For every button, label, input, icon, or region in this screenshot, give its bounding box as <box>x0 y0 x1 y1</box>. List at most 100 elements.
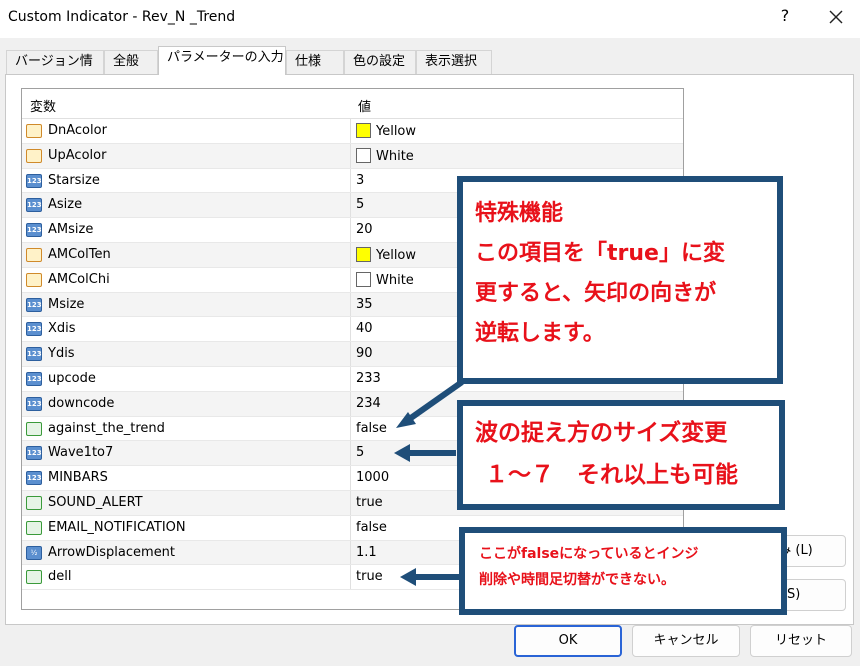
parameter-value-text: 1000 <box>356 470 390 486</box>
bool-icon <box>26 421 42 436</box>
parameter-value-text: Yellow <box>376 247 417 263</box>
int-icon: 123 <box>26 297 42 312</box>
parameter-name: upcode <box>48 370 96 386</box>
tab-specification[interactable]: 仕様 <box>286 50 344 74</box>
parameter-value[interactable]: White <box>356 271 414 288</box>
callout-line: ここがfalseになっているとインジ <box>479 546 699 562</box>
parameter-value-text: 234 <box>356 395 381 411</box>
parameter-value[interactable]: 3 <box>356 173 364 188</box>
parameter-name: EMAIL_NOTIFICATION <box>48 519 186 535</box>
parameter-value-text: 40 <box>356 321 373 337</box>
parameter-name: MINBARS <box>48 470 108 486</box>
grid-header: 変数 値 <box>22 89 683 119</box>
parameter-name: Ydis <box>48 346 75 362</box>
column-separator <box>350 540 351 565</box>
column-separator <box>350 218 351 242</box>
column-separator <box>350 515 351 540</box>
parameter-name: Starsize <box>48 172 100 188</box>
column-header-value: 値 <box>358 100 372 115</box>
column-separator <box>350 168 351 193</box>
column-separator <box>350 490 351 515</box>
parameter-value-text: White <box>376 272 414 288</box>
tab-parameters[interactable]: パラメーターの入力 <box>158 46 286 75</box>
int-icon: 123 <box>26 322 42 337</box>
parameter-value[interactable]: 90 <box>356 346 373 361</box>
bool-icon <box>26 495 42 510</box>
int-icon: 123 <box>26 198 42 213</box>
parameter-name: downcode <box>48 395 115 411</box>
parameter-name: AMColTen <box>48 246 111 262</box>
parameter-value[interactable]: false <box>356 520 387 535</box>
parameter-name: AMsize <box>48 222 94 238</box>
window-title: Custom Indicator - Rev_N _Trend <box>8 9 236 25</box>
int-icon: 123 <box>26 347 42 362</box>
parameter-row[interactable]: DnAcolor Yellow <box>22 119 683 144</box>
parameter-value[interactable]: true <box>356 495 383 510</box>
parameter-row[interactable]: UpAcolor White <box>22 143 683 169</box>
callout-wave-size: 波の捉え方のサイズ変更 １～７ それ以上も可能 <box>457 400 785 510</box>
column-separator <box>350 292 351 317</box>
parameter-value-text: White <box>376 148 414 164</box>
reset-button[interactable]: リセット <box>750 625 852 657</box>
parameter-value-text: 233 <box>356 370 381 386</box>
int-icon: 123 <box>26 446 42 461</box>
parameter-value[interactable]: Yellow <box>356 246 417 263</box>
tab-visualization[interactable]: 表示選択 <box>416 50 492 74</box>
parameter-value[interactable]: White <box>356 147 414 164</box>
column-separator <box>350 317 351 342</box>
parameter-value-text: 3 <box>356 172 365 188</box>
tab-general[interactable]: 全般 <box>104 50 158 74</box>
bool-icon <box>26 520 42 535</box>
int-icon: 123 <box>26 471 42 486</box>
tab-colors[interactable]: 色の設定 <box>344 50 416 74</box>
parameter-value-text: 1.1 <box>356 544 377 560</box>
ok-button[interactable]: OK <box>514 625 622 657</box>
callout-line: 更すると、矢印の向きが <box>475 281 717 306</box>
callout-line: 特殊機能 <box>475 201 564 226</box>
double-icon: ½ <box>26 545 42 560</box>
close-icon[interactable] <box>823 4 849 30</box>
parameter-name: Wave1to7 <box>48 445 114 461</box>
parameter-value-text: 5 <box>356 197 365 213</box>
column-separator <box>350 565 351 590</box>
parameter-value[interactable]: 40 <box>356 321 373 336</box>
parameter-name: against_the_trend <box>48 420 165 436</box>
parameter-value[interactable]: 20 <box>356 222 373 237</box>
parameter-value[interactable]: 5 <box>356 197 364 212</box>
parameter-name: Asize <box>48 197 83 213</box>
parameter-value[interactable]: 35 <box>356 297 373 312</box>
parameter-value-text: 5 <box>356 445 365 461</box>
callout-special-feature: 特殊機能 この項目を「true」に変 更すると、矢印の向きが 逆転します。 <box>457 176 783 384</box>
parameter-value-text: 90 <box>356 346 373 362</box>
column-separator <box>350 466 351 490</box>
parameter-value[interactable]: Yellow <box>356 123 416 139</box>
parameter-value[interactable]: false <box>356 421 387 436</box>
parameter-value[interactable]: 1000 <box>356 470 389 485</box>
parameter-value-text: false <box>356 420 387 436</box>
color-icon <box>26 148 42 163</box>
parameter-value[interactable]: 234 <box>356 396 381 411</box>
color-swatch <box>356 246 371 262</box>
cancel-button[interactable]: キャンセル <box>632 625 740 657</box>
parameter-value-text: true <box>356 494 383 510</box>
callout-line: 逆転します。 <box>475 321 605 346</box>
parameter-value[interactable]: 1.1 <box>356 545 377 560</box>
help-icon[interactable]: ? <box>775 6 795 25</box>
int-icon: 123 <box>26 396 42 411</box>
parameter-value-text: 20 <box>356 222 373 238</box>
bool-icon <box>26 570 42 585</box>
parameter-value-text: Yellow <box>376 124 417 139</box>
parameter-value[interactable]: true <box>356 569 383 584</box>
title-bar: Custom Indicator - Rev_N _Trend ? <box>0 0 860 38</box>
column-separator <box>350 416 351 441</box>
int-icon: 123 <box>26 223 42 238</box>
parameter-value[interactable]: 5 <box>356 445 364 460</box>
column-separator <box>350 267 351 292</box>
tab-version-info[interactable]: バージョン情報 <box>6 50 104 91</box>
int-icon: 123 <box>26 371 42 386</box>
color-swatch <box>356 123 371 138</box>
parameter-value-text: true <box>356 569 383 585</box>
parameter-value-text: false <box>356 519 387 535</box>
color-icon <box>26 124 42 138</box>
parameter-value[interactable]: 233 <box>356 371 381 386</box>
